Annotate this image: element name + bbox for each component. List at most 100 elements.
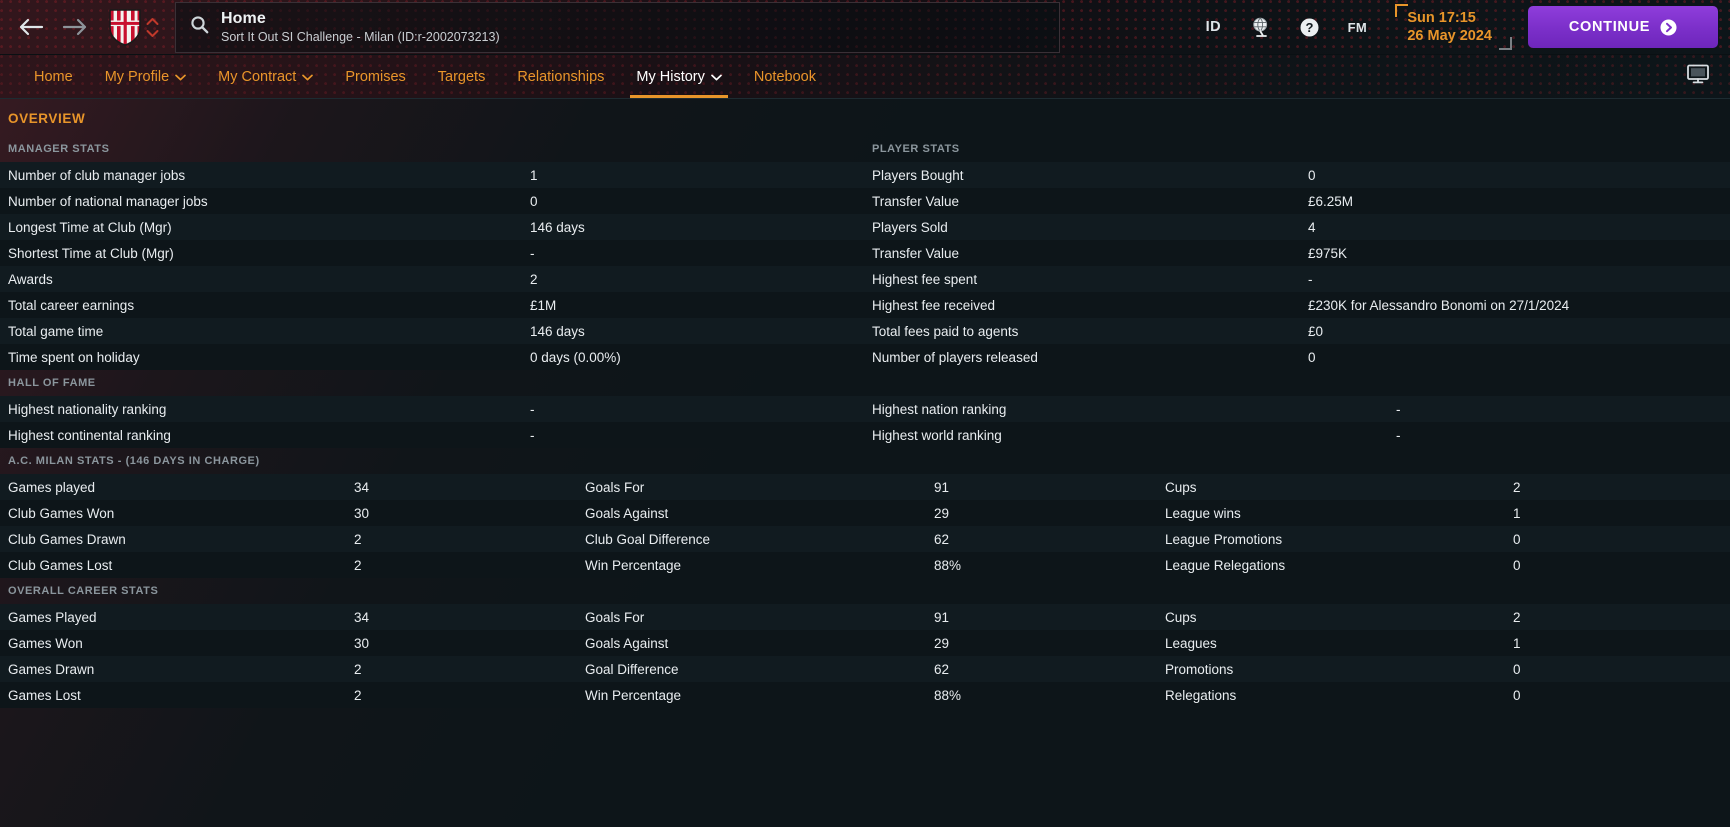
table-row[interactable]: Games played 34 Goals For 91 Cups 2 bbox=[0, 474, 1730, 500]
manager-stat-label: Longest Time at Club (Mgr) bbox=[8, 219, 172, 235]
table-row[interactable]: Shortest Time at Club (Mgr) - Transfer Val… bbox=[0, 240, 1730, 266]
manager-stats-header: MANAGER STATS bbox=[8, 143, 110, 155]
manager-stat-value: 146 days bbox=[530, 323, 585, 339]
player-stat-value: 0 bbox=[1308, 167, 1316, 183]
manager-stat-value: £1M bbox=[530, 297, 557, 313]
monitor-icon[interactable] bbox=[1686, 63, 1710, 90]
page-content: OVERVIEW MANAGER STATS PLAYER STATS Number… bbox=[0, 99, 1730, 827]
table-row[interactable]: Club Games Lost 2 Win Percentage 88% League … bbox=[0, 552, 1730, 578]
player-stat-label: Highest fee spent bbox=[872, 271, 978, 287]
manager-stat-label: Time spent on holiday bbox=[8, 349, 140, 365]
player-stat-label: Players Sold bbox=[872, 219, 948, 235]
continue-button[interactable]: CONTINUE bbox=[1528, 6, 1718, 48]
manager-stat-value: 1 bbox=[530, 167, 538, 183]
game-date-display[interactable]: Sun 17:15 26 May 2024 bbox=[1395, 3, 1512, 51]
top-header-bar: Home Sort It Out SI Challenge - Milan (I… bbox=[0, 0, 1730, 55]
club-stat-value-3: 0 bbox=[1513, 557, 1521, 573]
inbox-id-icon[interactable]: ID bbox=[1189, 0, 1237, 55]
tab-relationships[interactable]: Relationships bbox=[501, 55, 620, 98]
table-row[interactable]: Games Played 34 Goals For 91 Cups 2 bbox=[0, 604, 1730, 630]
tab-my-contract[interactable]: My Contract bbox=[202, 55, 329, 98]
hof-left-value: - bbox=[530, 401, 535, 417]
table-row[interactable]: Awards 2 Highest fee spent - bbox=[0, 266, 1730, 292]
club-stat-value-3: 1 bbox=[1513, 505, 1521, 521]
club-stats-header: A.C. MILAN STATS - (146 DAYS IN CHARGE) bbox=[8, 455, 260, 467]
manager-stat-value: 0 days (0.00%) bbox=[530, 349, 621, 365]
tab-targets[interactable]: Targets bbox=[422, 55, 502, 98]
forward-button[interactable] bbox=[58, 10, 92, 44]
player-stat-label: Transfer Value bbox=[872, 193, 960, 209]
manager-stat-value: 0 bbox=[530, 193, 538, 209]
club-stat-label-1: Club Games Won bbox=[8, 505, 115, 521]
player-stats-header: PLAYER STATS bbox=[872, 143, 960, 155]
table-row[interactable]: Highest continental ranking - Highest worl… bbox=[0, 422, 1730, 448]
table-row[interactable]: Highest nationality ranking - Highest nati… bbox=[0, 396, 1730, 422]
club-stat-value-2: 29 bbox=[934, 505, 950, 521]
back-button[interactable] bbox=[14, 10, 48, 44]
hof-left-label: Highest nationality ranking bbox=[8, 401, 167, 417]
continue-label: CONTINUE bbox=[1568, 19, 1651, 35]
fm-icon[interactable]: FM bbox=[1333, 0, 1381, 55]
help-icon[interactable]: ? bbox=[1285, 0, 1333, 55]
table-row[interactable]: Club Games Won 30 Goals Against 29 League wi… bbox=[0, 500, 1730, 526]
table-row[interactable]: Number of club manager jobs 1 Players Boug… bbox=[0, 162, 1730, 188]
career-stat-value-1: 34 bbox=[354, 609, 370, 625]
career-stat-label-3: Leagues bbox=[1165, 635, 1217, 651]
tab-label: Notebook bbox=[753, 68, 816, 85]
player-stat-label: Total fees paid to agents bbox=[872, 323, 1019, 339]
table-row[interactable]: Longest Time at Club (Mgr) 146 days Player… bbox=[0, 214, 1730, 240]
player-stat-label: Transfer Value bbox=[872, 245, 960, 261]
tab-notebook[interactable]: Notebook bbox=[738, 55, 832, 98]
club-stat-value-1: 30 bbox=[354, 505, 370, 521]
table-row[interactable]: Games Drawn 2 Goal Difference 62 Promotions 0 bbox=[0, 656, 1730, 682]
table-row[interactable]: Time spent on holiday 0 days (0.00%) Numbe… bbox=[0, 344, 1730, 370]
career-stat-label-1: Games Played bbox=[8, 609, 97, 625]
career-stat-label-1: Games Drawn bbox=[8, 661, 95, 677]
club-switch-button[interactable] bbox=[146, 17, 159, 38]
career-stat-value-2: 91 bbox=[934, 609, 950, 625]
career-stats-header: OVERALL CAREER STATS bbox=[8, 585, 159, 597]
chevron-down-icon bbox=[711, 69, 722, 85]
table-row[interactable]: Games Won 30 Goals Against 29 Leagues 1 bbox=[0, 630, 1730, 656]
table-row[interactable]: Games Lost 2 Win Percentage 88% Relegations 0 bbox=[0, 682, 1730, 708]
career-stat-label-3: Promotions bbox=[1165, 661, 1234, 677]
tab-home[interactable]: Home bbox=[18, 55, 89, 98]
game-time: Sun 17:15 bbox=[1407, 9, 1476, 26]
hof-right-value: - bbox=[1396, 427, 1401, 443]
club-stat-value-1: 2 bbox=[354, 557, 362, 573]
table-row[interactable]: Total career earnings £1M Highest fee rece… bbox=[0, 292, 1730, 318]
tabbar-right-controls bbox=[1686, 55, 1730, 98]
search-title: Home bbox=[221, 9, 266, 27]
tab-label: Home bbox=[34, 68, 73, 85]
manager-stat-label: Total career earnings bbox=[8, 297, 135, 313]
globe-icon[interactable] bbox=[1237, 0, 1285, 55]
table-row[interactable]: Number of national manager jobs 0 Transfer… bbox=[0, 188, 1730, 214]
hof-left-label: Highest continental ranking bbox=[8, 427, 171, 443]
player-stat-value: £0 bbox=[1308, 323, 1324, 339]
search-icon bbox=[190, 15, 209, 39]
club-stat-label-3: League wins bbox=[1165, 505, 1241, 521]
career-stat-label-1: Games Lost bbox=[8, 687, 81, 703]
tab-promises[interactable]: Promises bbox=[329, 55, 421, 98]
main-tab-bar: Home My Profile My Contract Promises Targets… bbox=[0, 55, 1730, 99]
hof-right-label: Highest nation ranking bbox=[872, 401, 1007, 417]
career-stat-label-2: Win Percentage bbox=[585, 687, 682, 703]
chevron-down-icon bbox=[146, 29, 159, 37]
manager-stat-label: Number of club manager jobs bbox=[8, 167, 186, 183]
overview-title: OVERVIEW bbox=[8, 111, 86, 126]
club-stat-label-3: League Relegations bbox=[1165, 557, 1286, 573]
manager-stat-value: 146 days bbox=[530, 219, 585, 235]
hof-right-label: Highest world ranking bbox=[872, 427, 1002, 443]
player-stat-label: Number of players released bbox=[872, 349, 1038, 365]
tab-my-history[interactable]: My History bbox=[620, 55, 737, 98]
table-row[interactable]: Total game time 146 days Total fees paid t… bbox=[0, 318, 1730, 344]
club-stat-label-2: Club Goal Difference bbox=[585, 531, 711, 547]
search-bar[interactable]: Home Sort It Out SI Challenge - Milan (I… bbox=[175, 1, 1060, 53]
manager-stat-label: Awards bbox=[8, 271, 53, 287]
career-stat-value-3: 2 bbox=[1513, 609, 1521, 625]
tab-label: My Profile bbox=[104, 68, 170, 85]
tab-my-profile[interactable]: My Profile bbox=[89, 55, 202, 98]
club-crest[interactable] bbox=[108, 8, 142, 46]
table-row[interactable]: Club Games Drawn 2 Club Goal Difference 62 L… bbox=[0, 526, 1730, 552]
career-stat-value-2: 29 bbox=[934, 635, 950, 651]
